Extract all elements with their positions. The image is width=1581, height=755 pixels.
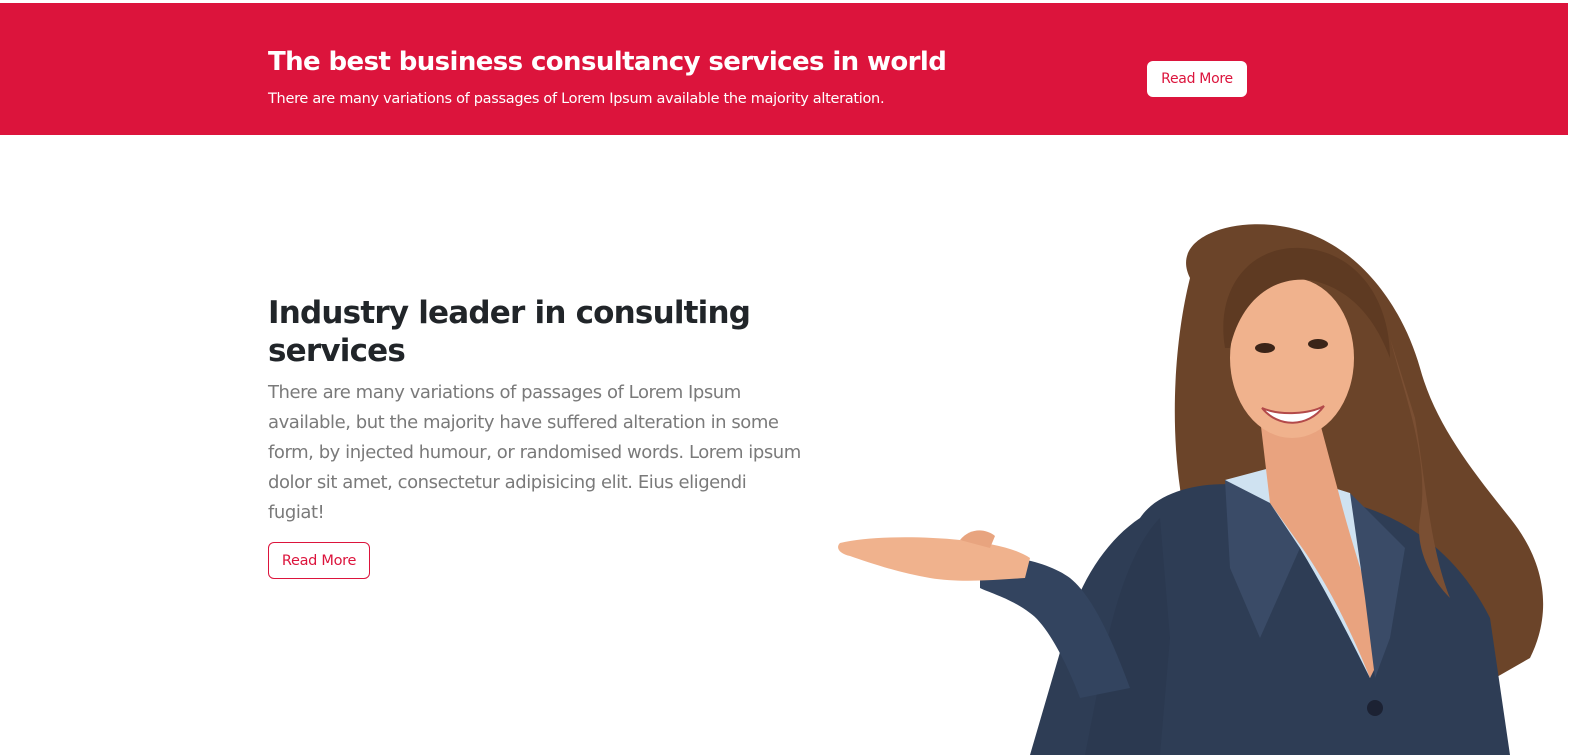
feature-description: There are many variations of passages of… <box>268 382 801 523</box>
eye-right <box>1308 339 1328 349</box>
banner-subtitle: There are many variations of passages of… <box>268 91 885 107</box>
businesswoman-photo <box>838 224 1544 755</box>
banner-title: The best business consultancy services i… <box>268 47 947 77</box>
eye-left <box>1255 343 1275 353</box>
feature-read-more-button[interactable]: Read More <box>268 542 370 579</box>
feature-title: Industry leader in consulting services <box>268 295 751 369</box>
jacket-button <box>1367 700 1383 716</box>
banner-read-more-button[interactable]: Read More <box>1147 61 1247 97</box>
hand <box>838 537 1030 581</box>
page: The best business consultancy services i… <box>0 0 1581 755</box>
cta-banner: The best business consultancy services i… <box>0 3 1568 135</box>
